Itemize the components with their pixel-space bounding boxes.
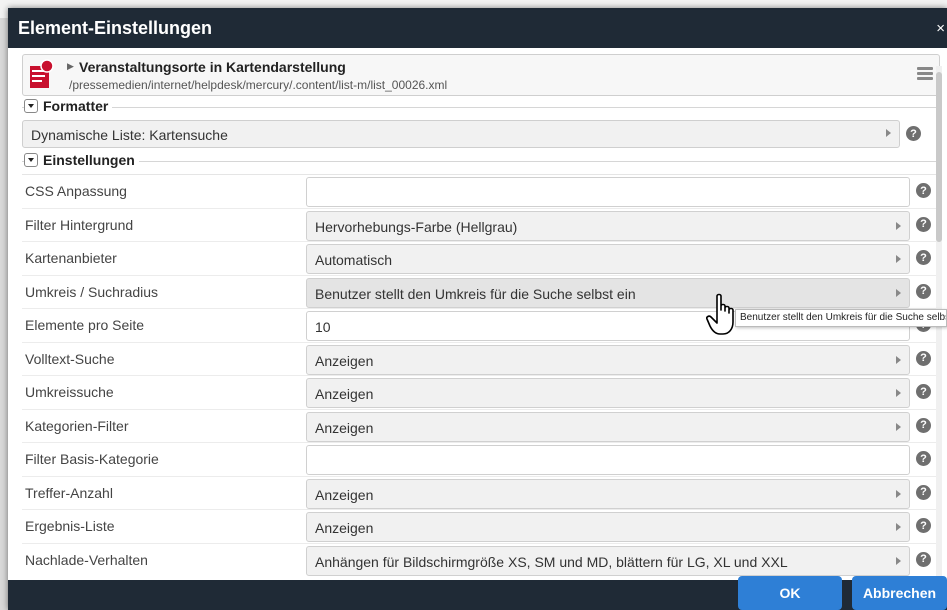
settings-row: Umkreis / Suchradius Benutzer stellt den … [22, 276, 940, 309]
settings-select[interactable]: Anzeigen [306, 512, 910, 542]
caret-right-icon [896, 288, 901, 297]
help-icon[interactable]: ? [916, 551, 931, 567]
settings-row-label: Ergebnis-Liste [25, 518, 115, 534]
settings-select[interactable]: Anzeigen [306, 478, 910, 509]
settings-row-value: Anzeigen [315, 386, 374, 402]
caret-right-icon [886, 129, 891, 137]
settings-row-label: CSS Anpassung [25, 183, 127, 199]
close-icon[interactable]: × [936, 20, 945, 37]
settings-row-value: Anhängen für Bildschirmgröße XS, SM und … [315, 553, 788, 570]
settings-row: Volltext-Suche Anzeigen? [22, 343, 940, 376]
resource-path: /pressemedien/internet/helpdesk/mercury/… [69, 78, 448, 92]
collapse-toggle-icon[interactable] [24, 153, 38, 167]
help-icon[interactable]: ? [906, 126, 921, 141]
settings-input[interactable] [306, 177, 910, 207]
hand-pointer-cursor-icon [706, 293, 734, 335]
settings-row-label: Nachlade-Verhalten [25, 551, 148, 568]
formatter-select[interactable]: Dynamische Liste: Kartensuche [22, 120, 900, 148]
ok-button[interactable]: OK [738, 576, 842, 610]
settings-select[interactable]: Benutzer stellt den Umkreis für die Such… [306, 277, 910, 308]
settings-row-label: Filter Hintergrund [25, 216, 134, 233]
settings-row: Filter Hintergrund Hervorhebungs-Farbe (H… [22, 209, 940, 242]
help-icon[interactable]: ? [916, 417, 931, 433]
settings-select[interactable]: Anzeigen [306, 411, 910, 442]
document-icon [30, 59, 54, 88]
settings-row-value: Automatisch [315, 252, 393, 268]
resource-title: Veranstaltungsorte in Kartendarstellung [79, 59, 346, 75]
settings-row-label: Umkreis / Suchradius [25, 283, 159, 300]
caret-right-icon [896, 389, 901, 397]
settings-select[interactable]: Anhängen für Bildschirmgröße XS, SM und … [306, 545, 910, 576]
settings-row: Umkreissuche Anzeigen? [22, 376, 940, 410]
settings-row: CSS Anpassung? [22, 175, 940, 209]
settings-row-value: Benutzer stellt den Umkreis für die Such… [315, 285, 636, 302]
settings-row-value: Anzeigen [315, 520, 374, 536]
formatter-section-header: Formatter [22, 98, 940, 116]
settings-row-label: Umkreissuche [25, 384, 114, 400]
settings-row-label: Elemente pro Seite [25, 317, 145, 333]
settings-row-label: Filter Basis-Kategorie [25, 451, 159, 467]
settings-row-label: Treffer-Anzahl [25, 484, 113, 501]
settings-row-value: 10 [315, 319, 331, 335]
settings-row: Filter Basis-Kategorie? [22, 443, 940, 477]
help-icon[interactable]: ? [916, 283, 931, 299]
settings-input[interactable] [306, 445, 910, 475]
help-icon[interactable]: ? [916, 518, 931, 533]
hamburger-menu-icon[interactable] [917, 67, 933, 81]
help-icon[interactable]: ? [916, 216, 931, 232]
caret-right-icon [896, 556, 901, 565]
caret-right-icon [896, 221, 901, 230]
settings-row-value: Anzeigen [315, 419, 374, 436]
dialog-title: Element-Einstellungen [18, 17, 213, 38]
caret-right-icon [896, 489, 901, 498]
caret-right-icon [896, 255, 901, 263]
collapse-toggle-icon[interactable] [24, 99, 38, 113]
formatter-value: Dynamische Liste: Kartensuche [31, 127, 228, 143]
caret-right-icon [896, 422, 901, 431]
settings-row: Nachlade-Verhalten Anhängen für Bildschir… [22, 544, 940, 577]
help-icon[interactable]: ? [916, 350, 931, 366]
settings-row-label: Kartenanbieter [25, 250, 117, 266]
resource-header: ▶ Veranstaltungsorte in Kartendarstellun… [22, 54, 940, 96]
help-icon[interactable]: ? [916, 250, 931, 265]
settings-section-header: Einstellungen [22, 152, 940, 170]
cancel-button[interactable]: Abbrechen [852, 576, 947, 610]
settings-row: Kartenanbieter Automatisch? [22, 242, 940, 276]
scrollbar-thumb[interactable] [936, 72, 942, 242]
dialog-titlebar: Element-Einstellungen × [8, 8, 947, 48]
settings-row-value: Anzeigen [315, 486, 374, 503]
settings-row: Ergebnis-Liste Anzeigen? [22, 510, 940, 544]
expand-arrow-icon[interactable]: ▶ [67, 61, 74, 72]
settings-row-label: Kategorien-Filter [25, 417, 129, 434]
settings-select[interactable]: Automatisch [306, 244, 910, 274]
settings-select[interactable]: Anzeigen [306, 378, 910, 408]
formatter-section-label: Formatter [43, 98, 109, 114]
settings-row: Treffer-Anzahl Anzeigen? [22, 477, 940, 510]
caret-right-icon [896, 355, 901, 364]
settings-select[interactable]: Anzeigen [306, 344, 910, 375]
help-icon[interactable]: ? [916, 484, 931, 500]
settings-row-label: Volltext-Suche [25, 350, 115, 367]
tooltip: Benutzer stellt den Umkreis für die Such… [735, 309, 947, 327]
caret-right-icon [896, 523, 901, 531]
settings-select[interactable]: Hervorhebungs-Farbe (Hellgrau) [306, 210, 910, 241]
help-icon[interactable]: ? [916, 384, 931, 399]
help-icon[interactable]: ? [916, 451, 931, 466]
settings-row-value: Hervorhebungs-Farbe (Hellgrau) [315, 218, 518, 235]
help-icon[interactable]: ? [916, 183, 931, 198]
settings-section-label: Einstellungen [43, 152, 135, 168]
settings-row: Kategorien-Filter Anzeigen? [22, 410, 940, 443]
background-app-edge [0, 18, 8, 610]
formatter-row: Dynamische Liste: Kartensuche ? [22, 120, 940, 150]
settings-list: CSS Anpassung? Filter Hintergrund Hervorhe… [22, 174, 940, 576]
settings-row-value: Anzeigen [315, 352, 374, 369]
